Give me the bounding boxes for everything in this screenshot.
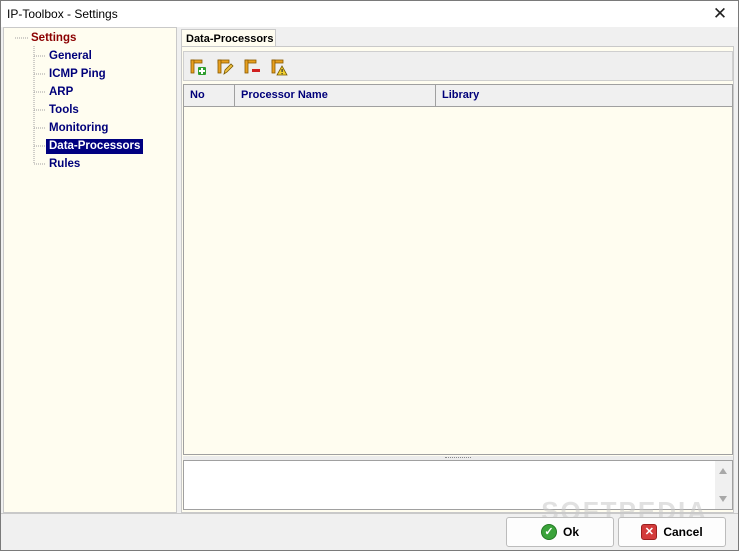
close-button[interactable]: ✕	[702, 1, 738, 27]
tab-data-processors[interactable]: Data-Processors	[181, 29, 276, 47]
memo-scrollbar[interactable]	[715, 461, 732, 509]
toolbar	[183, 51, 733, 81]
data-processors-panel: No Processor Name Library	[181, 46, 734, 513]
column-header-library[interactable]: Library	[436, 85, 732, 106]
cancel-x-icon: ✕	[641, 524, 658, 540]
edit-processor-button[interactable]	[215, 57, 235, 77]
ok-button[interactable]: ✓ Ok	[506, 517, 614, 547]
cancel-button[interactable]: ✕ Cancel	[618, 517, 726, 547]
settings-window: IP-Toolbox - Settings ✕ Settings General…	[0, 0, 739, 551]
scroll-up-icon[interactable]	[719, 468, 727, 474]
processors-grid[interactable]: No Processor Name Library	[183, 84, 733, 455]
warning-icon	[271, 59, 288, 76]
warning-processor-button[interactable]	[269, 57, 289, 77]
window-title: IP-Toolbox - Settings	[7, 7, 118, 21]
title-bar: IP-Toolbox - Settings ✕	[1, 1, 738, 27]
add-icon	[190, 59, 206, 75]
remove-icon	[244, 59, 260, 74]
column-header-processor-name[interactable]: Processor Name	[235, 85, 436, 106]
ok-button-label: Ok	[562, 525, 579, 539]
tree-item-rules[interactable]: Rules	[46, 157, 83, 172]
remove-processor-button[interactable]	[242, 57, 262, 77]
tree-item-tools[interactable]: Tools	[46, 103, 82, 118]
tree-item-general[interactable]: General	[46, 49, 95, 64]
add-processor-button[interactable]	[188, 57, 208, 77]
grid-header: No Processor Name Library	[184, 85, 732, 107]
tree-item-icmp-ping[interactable]: ICMP Ping	[46, 67, 109, 82]
tree-item-monitoring[interactable]: Monitoring	[46, 121, 111, 136]
column-header-no[interactable]: No	[184, 85, 235, 106]
scroll-down-icon[interactable]	[719, 496, 727, 502]
tree-item-data-processors[interactable]: Data-Processors	[46, 139, 144, 154]
close-icon: ✕	[712, 4, 728, 23]
tree-root-settings[interactable]: Settings	[28, 31, 79, 46]
checkmark-icon: ✓	[540, 524, 557, 540]
edit-icon	[217, 59, 234, 75]
tree-item-arp[interactable]: ARP	[46, 85, 76, 100]
settings-tree: Settings General ICMP Ping ARP Tools Mon…	[3, 27, 177, 513]
cancel-button-label: Cancel	[663, 525, 703, 539]
splitter-grip	[445, 457, 471, 459]
